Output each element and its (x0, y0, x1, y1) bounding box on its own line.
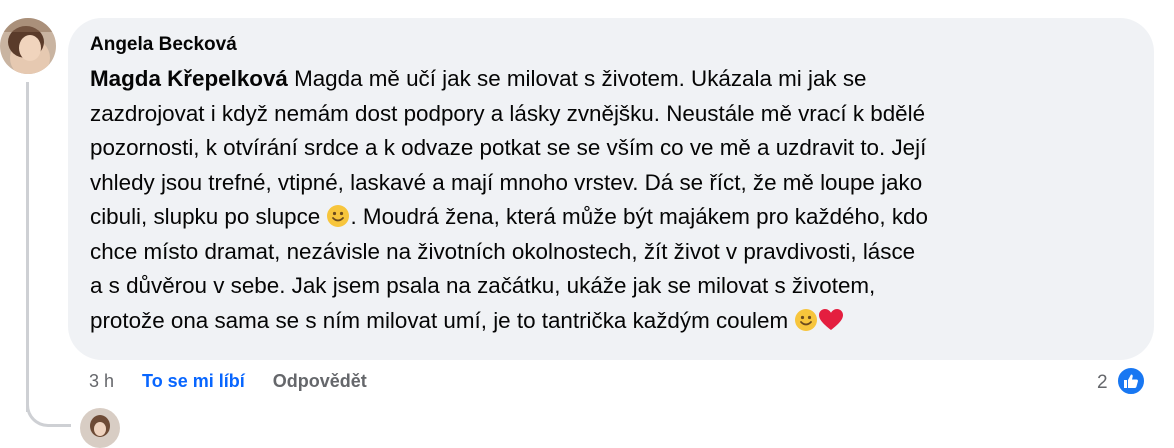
comment-author[interactable]: Angela Becková (90, 34, 1132, 56)
like-icon[interactable] (1116, 366, 1146, 396)
comment-actions: 3 h To se mi líbí Odpovědět (89, 371, 395, 395)
comment-text: Magda Křepelková Magda mě učí jak se mil… (90, 62, 1132, 338)
avatar[interactable] (0, 18, 56, 74)
red-heart-emoji-icon (818, 308, 844, 332)
reply-avatar[interactable] (80, 408, 120, 448)
comment-bubble: Angela Becková Magda Křepelková Magda mě… (68, 18, 1154, 360)
like-button[interactable]: To se mi líbí (142, 371, 245, 395)
reaction-count[interactable]: 2 (1097, 372, 1108, 394)
reply-button[interactable]: Odpovědět (273, 371, 367, 395)
comment-timestamp[interactable]: 3 h (89, 371, 114, 395)
mention-link[interactable]: Magda Křepelková (90, 66, 288, 91)
avatar-photo (0, 18, 56, 74)
reply-avatar-photo (80, 408, 120, 448)
reply-thread-connector (26, 395, 71, 427)
thread-line (26, 82, 29, 412)
smile-emoji-icon (794, 308, 818, 332)
smile-emoji-icon (326, 204, 350, 228)
